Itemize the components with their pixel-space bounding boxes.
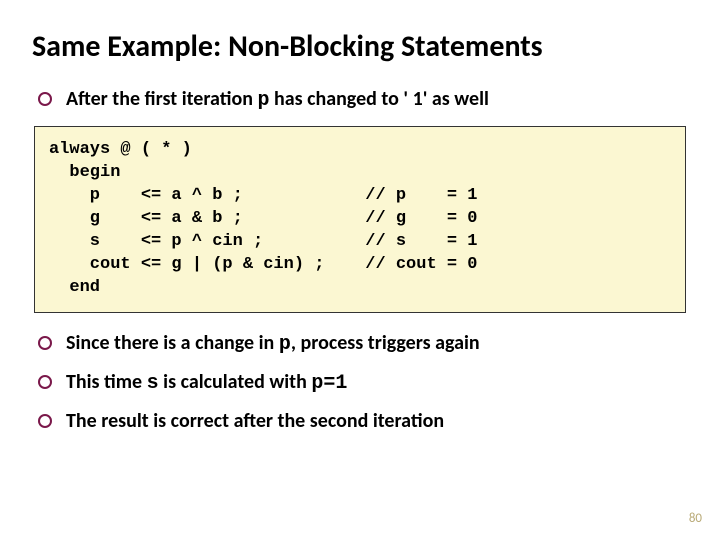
text-fragment: Since there is a change in — [66, 331, 279, 355]
page-number: 80 — [689, 511, 702, 526]
text-fragment: After the first iteration — [66, 87, 257, 111]
bullet-list-2: Since there is a change in p, process tr… — [32, 331, 688, 433]
text-fragment: has changed to ' 1' as well — [269, 87, 488, 111]
code-var-p: p — [257, 89, 269, 112]
code-var-p1: p=1 — [311, 372, 347, 395]
text-fragment: is calculated with — [159, 370, 312, 394]
code-var-p: p — [279, 333, 291, 356]
bullet-list: After the first iteration p has changed … — [32, 87, 688, 112]
bullet-icon — [38, 414, 52, 428]
code-block: always @ ( * ) begin p <= a ^ b ; // p =… — [34, 126, 686, 313]
text-fragment: , process triggers again — [291, 331, 480, 355]
code-var-s: s — [147, 372, 159, 395]
bullet-text: Since there is a change in p, process tr… — [66, 331, 480, 356]
text-fragment: This time — [66, 370, 147, 394]
bullet-1: After the first iteration p has changed … — [38, 87, 688, 112]
bullet-4: The result is correct after the second i… — [38, 409, 688, 433]
bullet-text: This time s is calculated with p=1 — [66, 370, 347, 395]
page-title: Same Example: Non-Blocking Statements — [32, 28, 688, 65]
slide: Same Example: Non-Blocking Statements Af… — [0, 0, 720, 540]
bullet-icon — [38, 375, 52, 389]
code-content: always @ ( * ) begin p <= a ^ b ; // p =… — [49, 139, 671, 300]
bullet-icon — [38, 92, 52, 106]
bullet-icon — [38, 336, 52, 350]
bullet-3: This time s is calculated with p=1 — [38, 370, 688, 395]
bullet-text: The result is correct after the second i… — [66, 409, 444, 433]
bullet-2: Since there is a change in p, process tr… — [38, 331, 688, 356]
bullet-text: After the first iteration p has changed … — [66, 87, 489, 112]
